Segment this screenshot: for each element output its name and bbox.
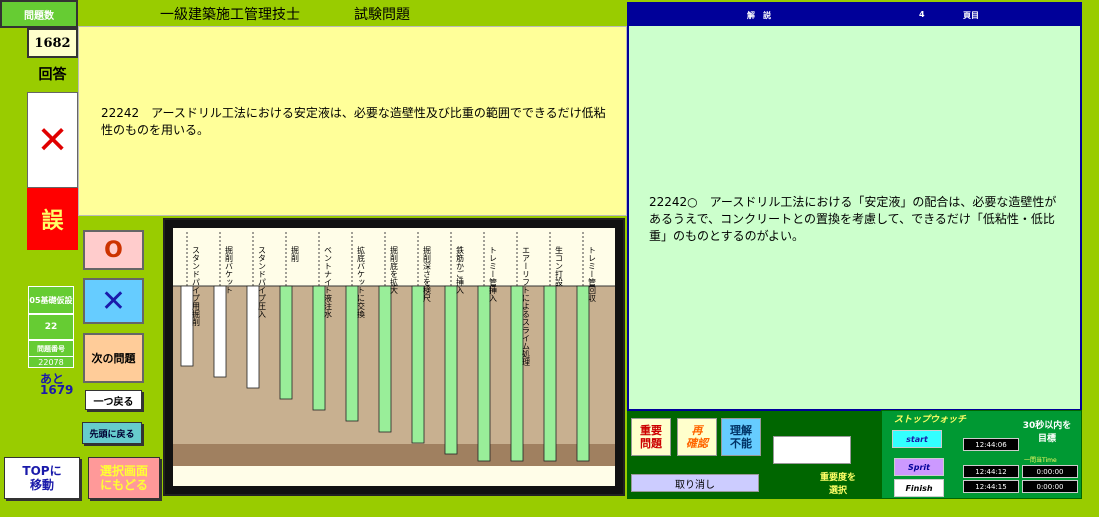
top-move-button[interactable]: TOPに 移動	[4, 457, 80, 499]
diagram-step-label: トレミー管回収	[588, 246, 597, 303]
split-time: 12:44:12	[963, 465, 1019, 478]
construction-diagram: スタンドパイプ用掘削 掘削バケット スタンドパイプ圧入 掘削 ベントナイト液注水 拡底バケ…	[163, 218, 625, 496]
page-subtitle: 試験問題	[354, 7, 410, 23]
explanation-text: 22242○ アースドリル工法における「安定液」の配合は、必要な造壁性があるうえ…	[649, 195, 1057, 243]
current-number: 22078	[28, 356, 74, 368]
stopwatch-title: ストップウォッチ	[894, 415, 967, 425]
diagram-borehole	[477, 285, 491, 462]
diagram-borehole	[378, 285, 392, 433]
diagram-step-label: 生コン打設	[555, 245, 564, 287]
count-value: 1682	[27, 28, 78, 58]
question-text: 22242 アースドリル工法における安定液は、必要な造壁性及び比重の範囲でできる…	[101, 106, 606, 137]
split-elapsed: 0:00:00	[1022, 465, 1078, 478]
diagram-borehole	[411, 285, 425, 444]
back-to-select-button[interactable]: 選択画面 にもどる	[88, 457, 160, 499]
question-panel: 22242 アースドリル工法における安定液は、必要な造壁性及び比重の範囲でできる…	[78, 26, 627, 216]
count-title: 問題数	[0, 0, 78, 28]
reconfirm-button[interactable]: 再確認	[677, 418, 717, 456]
diagram-step-label: 掘削深さを検尺	[423, 246, 432, 303]
diagram-borehole	[543, 285, 557, 462]
cannot-understand-button[interactable]: 理解 不能	[721, 418, 761, 456]
page-title: 一級建築施工管理技士	[160, 7, 300, 23]
to-first-button[interactable]: 先頭に戻る	[82, 422, 142, 444]
importance-select-note: 重要度を 選択	[819, 473, 856, 496]
remain-value: 1679	[40, 383, 74, 397]
diagram-step-label: 鉄筋かご挿入	[456, 245, 465, 294]
header-bar: 一級建築施工管理技士 試験問題	[78, 0, 627, 26]
diagram-borehole	[444, 285, 458, 455]
earth-drill-process-diagram: スタンドパイプ用掘削 掘削バケット スタンドパイプ圧入 掘削 ベントナイト液注水 拡底バケ…	[173, 228, 615, 486]
important-question-button[interactable]: 重要 問題	[631, 418, 671, 456]
stopwatch-finish-button[interactable]: Finish	[894, 479, 944, 497]
category-count: 22	[28, 314, 74, 340]
diagram-step-label: 掘削底を拡大	[390, 246, 399, 295]
diagram-borehole	[279, 285, 293, 400]
per-question-time-label: 一問当Time	[1024, 457, 1057, 464]
explanation-header: 解 説 4 頁目	[627, 2, 1082, 26]
page-number: 4	[919, 10, 925, 19]
diagram-borehole	[576, 285, 590, 462]
answer-correct-button[interactable]: O	[83, 230, 144, 270]
back-one-button[interactable]: 一つ戻る	[85, 390, 142, 410]
cancel-button[interactable]: 取り消し	[631, 474, 759, 492]
explanation-panel: 22242○ アースドリル工法における「安定液」の配合は、必要な造壁性があるうえ…	[627, 26, 1082, 411]
judgement-badge: 誤	[27, 188, 78, 250]
stopwatch-start-button[interactable]: start	[892, 430, 942, 448]
diagram-step-label: スタンドパイプ用掘削	[192, 246, 201, 326]
start-time: 12:44:06	[963, 438, 1019, 451]
diagram-step-label: 掘削	[291, 246, 300, 262]
diagram-step-label: エアーリフトによるスライム処理	[522, 246, 531, 366]
importance-display	[773, 436, 851, 464]
finish-elapsed: 0:00:00	[1022, 480, 1078, 493]
stopwatch-split-button[interactable]: Sprit	[894, 458, 944, 476]
diagram-step-label: スタンドパイプ圧入	[258, 246, 267, 318]
current-label: 問題番号	[28, 340, 74, 356]
diagram-step-label: 拡底バケットに交換	[357, 245, 366, 319]
answer-mark: ✕	[27, 92, 78, 188]
diagram-step-label: トレミー管挿入	[489, 246, 498, 302]
diagram-borehole	[213, 285, 227, 378]
page-suffix: 頁目	[963, 11, 979, 20]
diagram-step-label: ベントナイト液注水	[324, 246, 333, 318]
category-box: 05基礎仮設	[28, 286, 74, 314]
answer-wrong-button[interactable]: ✕	[83, 278, 144, 324]
goal-text: 30秒以内を 目標	[1022, 421, 1072, 444]
diagram-step-label: 掘削バケット	[225, 246, 234, 294]
answer-label: 回答	[38, 67, 67, 83]
finish-time: 12:44:15	[963, 480, 1019, 493]
explanation-header-label: 解 説	[747, 11, 771, 20]
next-question-button[interactable]: 次の問題	[83, 333, 144, 383]
